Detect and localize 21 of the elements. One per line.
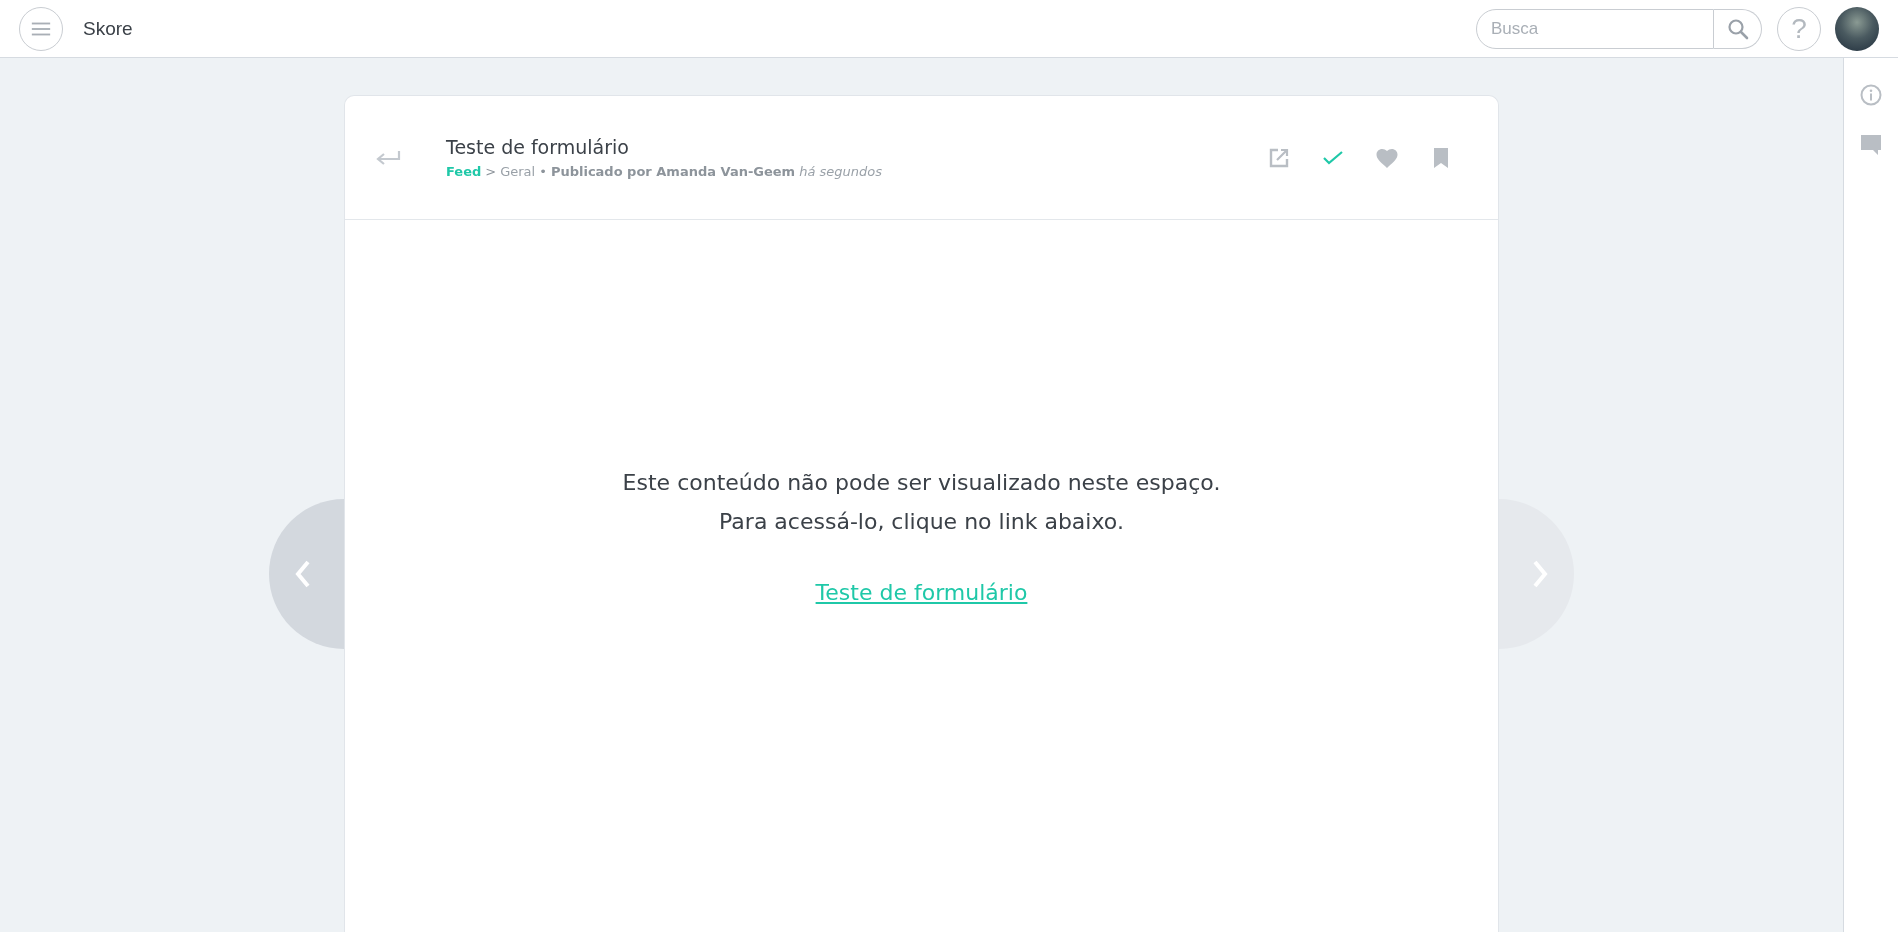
breadcrumb-separator: > xyxy=(485,164,497,179)
search-field[interactable]: Busca xyxy=(1476,8,1714,49)
search-icon xyxy=(1725,16,1750,41)
help-button[interactable]: ? xyxy=(1777,6,1821,51)
bullet-separator: • xyxy=(539,164,547,179)
menu-button[interactable] xyxy=(19,6,63,51)
message-text: Este conteúdo não pode ser visualizado neste espaço. xyxy=(622,470,1221,495)
return-icon[interactable] xyxy=(375,149,401,166)
timestamp: há segundos xyxy=(799,164,882,179)
chevron-right-icon xyxy=(1532,560,1548,588)
byline: Publicado por Amanda Van-Geem xyxy=(550,164,796,179)
breadcrumb-link[interactable]: Feed xyxy=(446,164,482,179)
avatar[interactable] xyxy=(1835,6,1879,51)
message-text: Para acessá-lo, clique no link abaixo. xyxy=(719,509,1124,534)
comment-icon[interactable] xyxy=(1860,134,1882,156)
chevron-left-icon xyxy=(295,560,311,588)
app-name: Skore xyxy=(83,17,133,40)
post-title: Teste de formulário xyxy=(446,136,630,158)
breadcrumb-link[interactable]: Geral xyxy=(500,164,536,179)
content-link[interactable]: Teste de formulário xyxy=(815,580,1028,605)
info-icon[interactable] xyxy=(1860,84,1882,106)
